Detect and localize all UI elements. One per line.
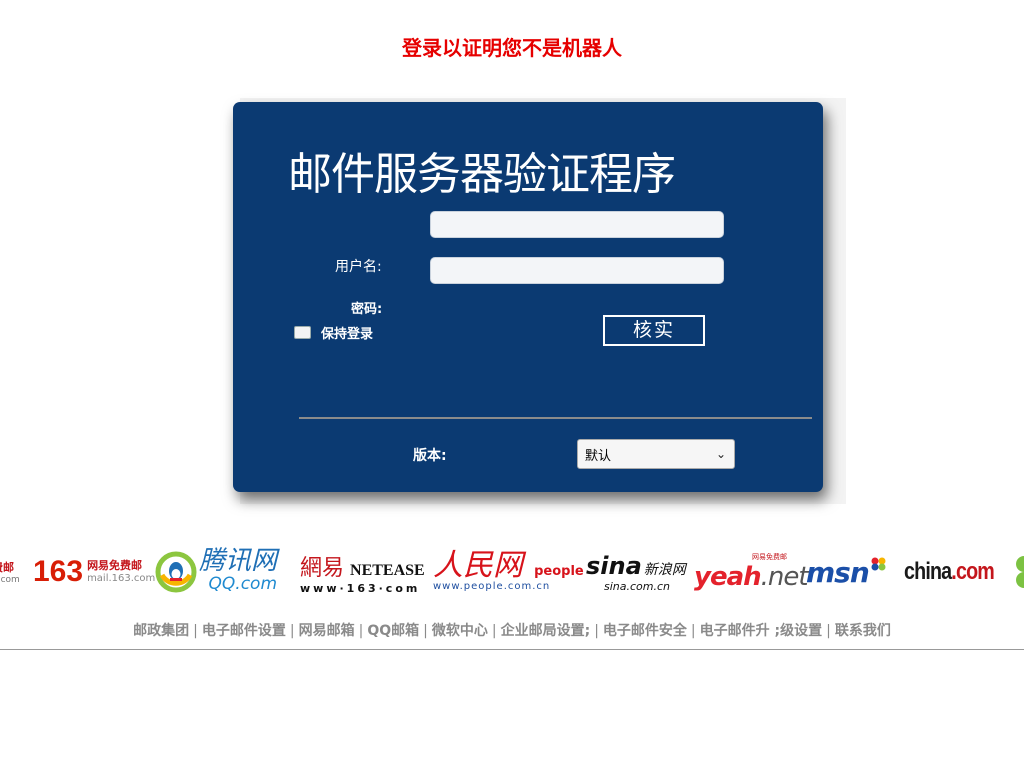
version-selected-value: 默认 xyxy=(585,448,612,464)
logo-sina-cn: 新浪网 xyxy=(643,561,686,578)
logo-tencent-sub: QQ.com xyxy=(208,573,278,594)
logo-yeah-tld: .net xyxy=(760,562,809,592)
logo-people-sub: www.people.com.cn xyxy=(433,580,551,592)
footer-link-email-upgrade[interactable]: 电子邮件升 ;级设置 xyxy=(700,623,822,639)
version-select[interactable]: 默认 ⌄ xyxy=(577,439,735,469)
logo-cut-left: 费邮 6.com xyxy=(0,540,20,604)
logo-china-tld: .com xyxy=(951,558,994,585)
logo-163-mail: 163 网易免费邮 mail.163.com xyxy=(33,540,155,604)
logo-sina-sub: sina.com.cn xyxy=(604,579,671,593)
logo-yeah: 网易免费邮 yeah.net xyxy=(694,540,809,604)
logo-yeah-tag: 网易免费邮 xyxy=(752,553,787,561)
footer-separator: | xyxy=(690,623,696,639)
footer-divider xyxy=(0,649,1024,650)
email-field[interactable] xyxy=(430,211,724,238)
logo-sina: sina 新浪网 sina.com.cn xyxy=(586,540,686,604)
logo-people-cn: 人民网 xyxy=(433,548,523,584)
logo-sina-en: sina xyxy=(586,551,642,580)
footer-link-postal-group[interactable]: 邮政集团 xyxy=(133,623,189,639)
login-heading: 邮件服务器验证程序 xyxy=(288,149,676,200)
footer-separator: | xyxy=(358,623,364,639)
footer-link-contact-us[interactable]: 联系我们 xyxy=(835,623,891,639)
password-label: 密码: xyxy=(351,302,383,317)
username-label: 用户名: xyxy=(335,259,382,275)
verify-button[interactable]: 核实 xyxy=(603,315,705,346)
footer-separator: | xyxy=(594,623,599,639)
footer-link-microsoft-center[interactable]: 微软中心 xyxy=(432,623,488,639)
remember-me[interactable]: 保持登录 xyxy=(294,323,373,342)
logo-cut-left-line1: 费邮 xyxy=(0,561,14,574)
footer-links: 邮政集团 | 电子邮件设置 | 网易邮箱 | QQ邮箱 | 微软中心 | 企业邮局设置; | 电子邮件安… xyxy=(0,620,1024,640)
page-title: 登录以证明您不是机器人 xyxy=(402,36,622,60)
logo-163-line1: 网易免费邮 xyxy=(87,559,143,573)
chevron-down-icon: ⌄ xyxy=(715,447,726,461)
logo-china-name: china xyxy=(904,558,952,585)
footer-link-netease-mail[interactable]: 网易邮箱 xyxy=(299,623,355,639)
version-label: 版本: xyxy=(413,448,447,464)
logo-china: china.com xyxy=(904,540,1014,604)
logo-tencent: 腾讯网 QQ.com xyxy=(155,540,277,604)
footer-separator: | xyxy=(491,623,497,639)
logo-netease-sub: www·163·com xyxy=(300,581,421,595)
logo-yeah-main: yeah xyxy=(694,562,762,592)
footer-link-enterprise-settings[interactable]: 企业邮局设置; xyxy=(501,623,591,639)
logo-msn-name: msn xyxy=(806,555,870,589)
footer-separator: | xyxy=(423,623,428,639)
footer-link-qq-mail[interactable]: QQ邮箱 xyxy=(367,623,419,639)
logo-163-line2: mail.163.com xyxy=(87,572,156,584)
password-field[interactable] xyxy=(430,257,724,284)
panel-divider xyxy=(299,417,812,419)
logo-cut-right xyxy=(1010,540,1024,604)
logo-netease-cn: 網易 xyxy=(300,555,345,581)
footer-link-email-settings[interactable]: 电子邮件设置 xyxy=(202,623,286,639)
login-panel: 邮件服务器验证程序 用户名: 密码: 保持登录 核实 版本: 默认 ⌄ xyxy=(233,102,823,492)
logo-people-en: people xyxy=(534,564,584,580)
logo-people: 人民网 people www.people.com.cn xyxy=(433,540,584,604)
footer-separator: | xyxy=(826,623,831,639)
logo-netease: 網易 NETEASE www·163·com xyxy=(300,540,425,604)
clover-icon xyxy=(1016,556,1024,588)
logo-tencent-name: 腾讯网 xyxy=(199,546,278,577)
logo-cut-left-line2: 6.com xyxy=(0,575,20,585)
footer-link-email-security[interactable]: 电子邮件安全 xyxy=(603,623,687,639)
logo-163-number: 163 xyxy=(33,555,84,588)
msn-butterfly-icon xyxy=(871,557,886,571)
footer-separator: | xyxy=(289,623,295,639)
tencent-icon xyxy=(155,551,197,593)
logo-msn: msn xyxy=(806,540,887,604)
remember-label: 保持登录 xyxy=(321,327,374,342)
remember-checkbox[interactable] xyxy=(294,326,311,339)
partner-logos: 费邮 6.com 163 网易免费邮 mail.163.com 腾讯网 QQ.c… xyxy=(0,540,1024,604)
footer-separator: | xyxy=(193,623,198,639)
logo-netease-en: NETEASE xyxy=(350,561,425,579)
